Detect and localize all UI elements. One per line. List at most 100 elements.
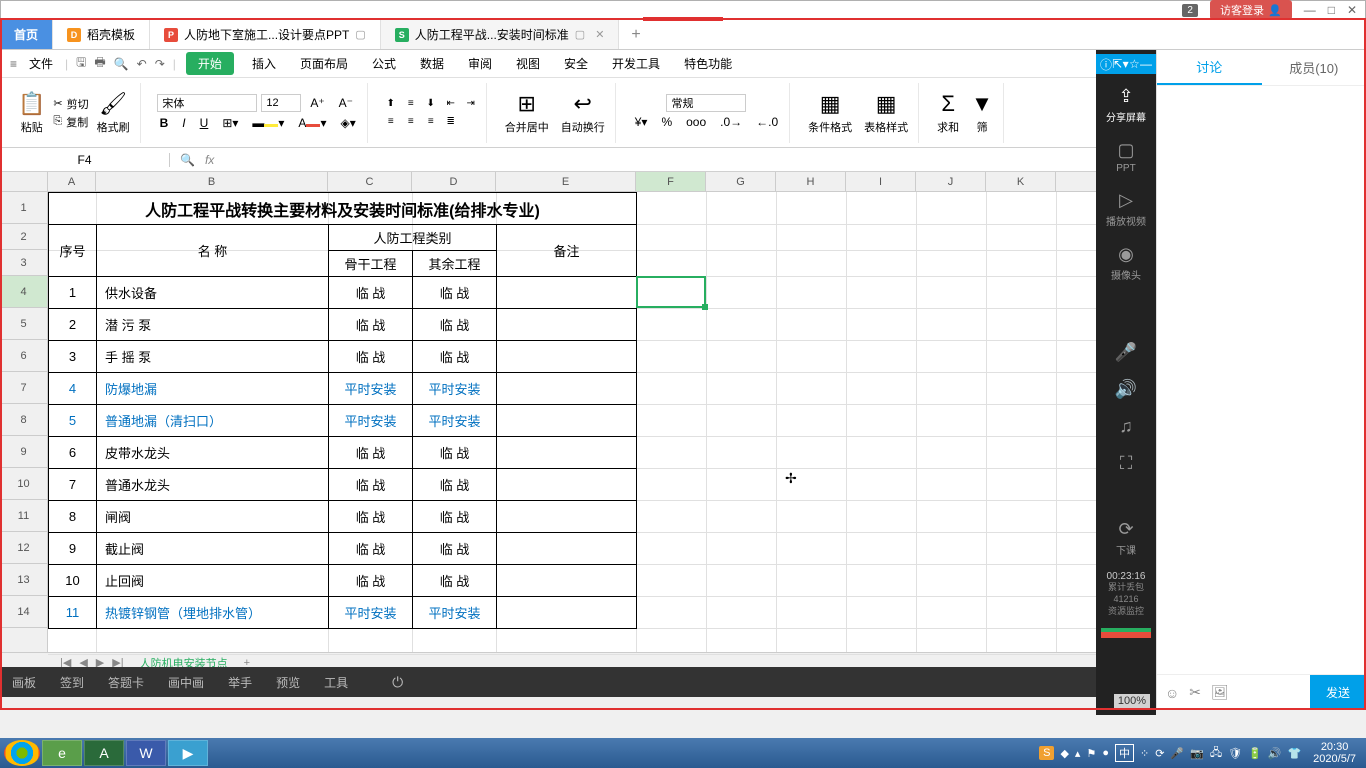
file-menu[interactable]: 文件 [29, 55, 53, 72]
seewo-tools[interactable]: 工具 [324, 674, 348, 691]
send-button[interactable]: 发送 [1310, 675, 1366, 710]
chat-tab-discuss[interactable]: 讨论 [1157, 50, 1262, 85]
font-color-button[interactable]: A▾ [293, 113, 331, 133]
emoji-icon[interactable]: ☺ [1165, 685, 1179, 701]
tray-shirt-icon[interactable]: 👕 [1287, 747, 1301, 760]
taskbar-wps[interactable]: W [126, 740, 166, 766]
taskbar-cad[interactable]: A [84, 740, 124, 766]
indent-inc-button[interactable]: ⇥ [462, 96, 480, 112]
col-header-E[interactable]: E [496, 172, 636, 191]
star-icon[interactable]: ☆ [1129, 57, 1140, 71]
menu-formula[interactable]: 公式 [362, 52, 406, 75]
menu-insert[interactable]: 插入 [242, 52, 286, 75]
tab-home[interactable]: 首页 [0, 20, 53, 49]
end-class-button[interactable]: ⟳ 下课 [1096, 511, 1156, 565]
tray-cam-icon[interactable]: 📷 [1190, 747, 1204, 760]
music-button[interactable]: ♫ [1096, 408, 1156, 445]
seewo-whiteboard[interactable]: 画板 [12, 674, 36, 691]
menu-dev[interactable]: 开发工具 [602, 52, 670, 75]
fx-search-icon[interactable]: 🔍 [180, 153, 195, 167]
align-bot-button[interactable]: ⬇ [422, 96, 440, 112]
table-style-button[interactable]: ▦ 表格样式 [860, 89, 912, 137]
tray-flag-icon[interactable]: ⚑ [1086, 747, 1096, 760]
ppt-button[interactable]: ▢ PPT [1096, 132, 1156, 182]
expand-button[interactable]: ⛶ [1096, 445, 1156, 482]
sheet-nav-prev[interactable]: ◀ [79, 656, 87, 667]
underline-button[interactable]: U [195, 113, 214, 133]
row-header-6[interactable]: 6 [0, 340, 47, 372]
row-header-8[interactable]: 8 [0, 404, 47, 436]
dec-inc-button[interactable]: .0→ [715, 112, 747, 132]
cond-format-button[interactable]: ▦ 条件格式 [804, 89, 856, 137]
row-header-4[interactable]: 4 [0, 276, 47, 308]
row-header-12[interactable]: 12 [0, 532, 47, 564]
menu-data[interactable]: 数据 [410, 52, 454, 75]
tray-shield-icon[interactable]: 🛡 [1228, 747, 1242, 760]
row-header-7[interactable]: 7 [0, 372, 47, 404]
border-button[interactable]: ⊞▾ [217, 113, 243, 133]
play-video-button[interactable]: ▷ 播放视频 [1096, 182, 1156, 236]
fill-handle[interactable] [702, 304, 708, 310]
align-left-button[interactable]: ≡ [382, 114, 400, 130]
row-header-10[interactable]: 10 [0, 468, 47, 500]
number-format-select[interactable] [666, 94, 746, 112]
chat-tab-members[interactable]: 成员(10) [1262, 50, 1366, 85]
col-header-B[interactable]: B [96, 172, 328, 191]
sheet-nav-next[interactable]: ▶ [96, 656, 104, 667]
clock[interactable]: 20:30 2020/5/7 [1307, 741, 1362, 765]
seewo-preview[interactable]: 预览 [276, 674, 300, 691]
tray-icon[interactable]: ◆ [1060, 747, 1068, 760]
tab-close-icon[interactable]: ✕ [595, 28, 604, 41]
font-name-select[interactable] [157, 94, 257, 112]
percent-button[interactable]: % [656, 112, 677, 132]
menu-icon[interactable]: ≡ [8, 55, 19, 73]
col-header-D[interactable]: D [412, 172, 496, 191]
copy-button[interactable]: ⎘ 复制 [53, 114, 88, 130]
speaker-button[interactable]: 🔊 [1096, 371, 1156, 408]
image-icon[interactable]: 🖼 [1211, 684, 1229, 701]
align-center-button[interactable]: ≡ [402, 114, 420, 130]
tray-up-icon[interactable]: ▴ [1075, 747, 1081, 760]
scissors-icon[interactable]: ✂ [1189, 684, 1201, 701]
tray-sync-icon[interactable]: ⟳ [1155, 747, 1164, 760]
comma-button[interactable]: ooo [681, 112, 711, 132]
fx-button[interactable]: fx [205, 153, 214, 167]
sum-button[interactable]: Σ 求和 [933, 89, 963, 137]
popout-icon[interactable]: ⇱ [1112, 57, 1122, 71]
seewo-pip[interactable]: 画中画 [168, 674, 204, 691]
row-header-14[interactable]: 14 [0, 596, 47, 628]
tray-battery-icon[interactable]: 🔋 [1248, 747, 1262, 760]
print-icon[interactable]: 🖶 [92, 51, 107, 76]
currency-button[interactable]: ¥▾ [630, 112, 653, 132]
format-brush-button[interactable]: 🖌 格式刷 [93, 89, 134, 137]
seewo-answer[interactable]: 答题卡 [108, 674, 144, 691]
italic-button[interactable]: I [177, 113, 190, 133]
paste-button[interactable]: 📋 粘贴 [14, 89, 49, 137]
new-tab-button[interactable]: + [619, 20, 652, 49]
taskbar-ie[interactable]: e [42, 740, 82, 766]
cut-button[interactable]: ✂ 剪切 [53, 96, 88, 112]
col-header-I[interactable]: I [846, 172, 916, 191]
name-box[interactable]: F4 [0, 153, 170, 167]
tab-pin-icon[interactable]: ▢ [355, 28, 365, 41]
close-button[interactable]: ✕ [1347, 3, 1357, 17]
indent-dec-button[interactable]: ⇤ [442, 96, 460, 112]
menu-review[interactable]: 审阅 [458, 52, 502, 75]
tab-pin-icon[interactable]: ▢ [575, 28, 585, 41]
preview-icon[interactable]: 🔍 [112, 55, 131, 73]
guest-login-button[interactable]: 访客登录 👤 [1210, 0, 1292, 20]
align-mid-button[interactable]: ≡ [402, 96, 420, 112]
sheet-add-button[interactable]: + [244, 657, 250, 668]
row-header-2[interactable]: 2 [0, 224, 47, 250]
tray-link-icon[interactable]: ⁘ [1140, 747, 1149, 760]
font-size-select[interactable] [261, 94, 301, 112]
filter-button[interactable]: ▼ 筛 [967, 89, 997, 137]
undo-icon[interactable]: ↶ [135, 55, 149, 73]
font-shrink-button[interactable]: A⁻ [334, 93, 358, 113]
mic-button[interactable]: 🎤 [1096, 334, 1156, 371]
sheet-nav-last[interactable]: ▶| [112, 656, 123, 667]
row-header-3[interactable]: 3 [0, 250, 47, 276]
row-header-1[interactable]: 1 [0, 192, 47, 224]
tray-app-icon[interactable]: ● [1102, 747, 1109, 759]
col-header-G[interactable]: G [706, 172, 776, 191]
